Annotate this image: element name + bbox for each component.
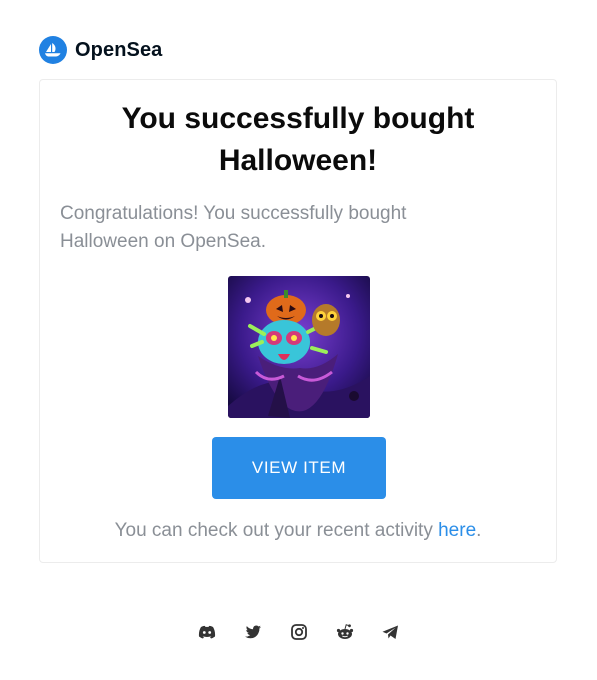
recent-activity-text: You can check out your recent activity h… [40,517,556,545]
purchase-message: Congratulations! You successfully bought… [60,203,407,252]
activity-end: . [476,520,482,541]
halloween-artwork [228,276,370,418]
opensea-logo[interactable]: OpenSea [39,36,162,64]
discord-icon[interactable] [197,622,217,642]
activity-text: You can check out your recent activity [114,520,439,541]
social-links [0,622,597,642]
item-image[interactable] [228,276,370,418]
brand-name: OpenSea [75,38,163,61]
reddit-icon[interactable] [335,622,355,642]
twitter-icon[interactable] [243,622,263,642]
recent-activity-link[interactable]: here [438,520,476,541]
instagram-icon[interactable] [289,622,309,642]
telegram-icon[interactable] [381,622,401,642]
opensea-logo-icon [39,36,67,64]
purchase-card: You successfully bought Halloween! Congr… [39,79,557,563]
purchase-headline: You successfully bought Halloween! [121,102,475,177]
view-item-button[interactable]: VIEW ITEM [212,437,386,499]
